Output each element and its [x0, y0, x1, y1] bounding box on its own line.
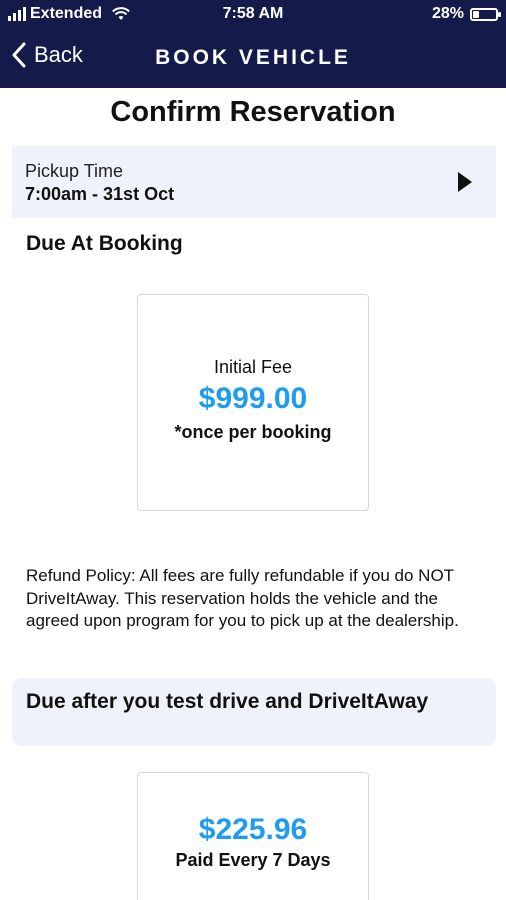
page-title: Confirm Reservation [110, 96, 396, 128]
status-bar: Extended 7:58 AM 28% [0, 0, 506, 30]
initial-fee-note: *once per booking [174, 422, 332, 442]
pickup-time-label: Pickup Time [25, 161, 124, 181]
battery-fill [473, 10, 479, 18]
initial-fee-amount: $999.00 [198, 382, 308, 415]
initial-fee-label: Initial Fee [213, 357, 293, 377]
refund-policy-text: Refund Policy: All fees are fully refund… [26, 566, 459, 630]
play-arrow-icon [458, 172, 472, 192]
due-after-panel: Due after you test drive and DriveItAway [12, 678, 496, 746]
pickup-time-value: 7:00am - 31st Oct [25, 184, 175, 204]
recurring-payment-card: $225.96 Paid Every 7 Days [137, 772, 369, 900]
app-header: Extended 7:58 AM 28% Back BOOK VEHICLE [0, 0, 506, 88]
status-time: 7:58 AM [222, 5, 284, 22]
due-after-heading: Due after you test drive and DriveItAway [26, 690, 429, 713]
battery-percent: 28% [431, 5, 464, 22]
recurring-amount: $225.96 [198, 813, 308, 846]
initial-fee-card: Initial Fee $999.00 *once per booking [137, 294, 369, 511]
recurring-frequency: Paid Every 7 Days [175, 850, 331, 870]
pickup-time-row[interactable]: Pickup Time 7:00am - 31st Oct [12, 146, 496, 218]
nav-title: BOOK VEHICLE [155, 46, 351, 69]
battery-icon [470, 7, 501, 21]
nav-bar: Back BOOK VEHICLE [0, 30, 506, 88]
due-at-booking-heading: Due At Booking [26, 232, 183, 255]
status-right: 28% [431, 5, 501, 23]
